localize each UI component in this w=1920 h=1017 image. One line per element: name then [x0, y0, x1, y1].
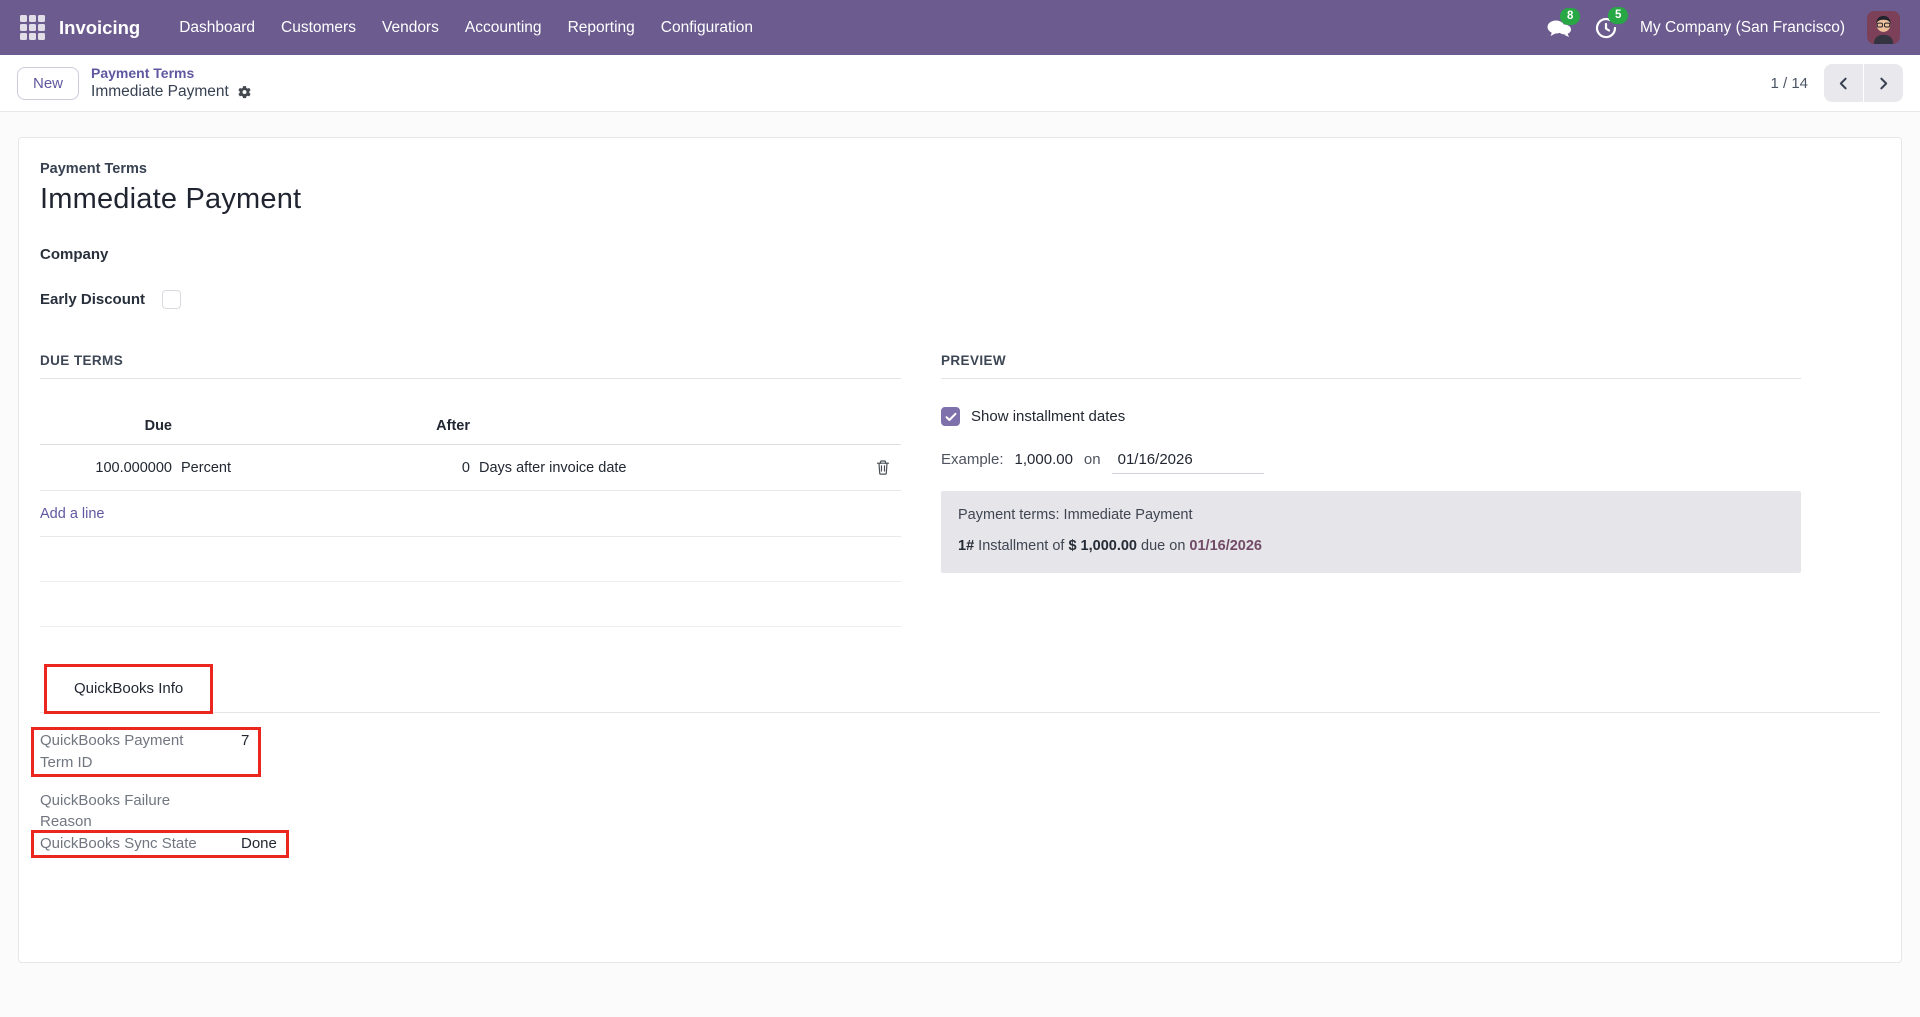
empty-table-row [40, 582, 901, 627]
due-value-cell[interactable]: 100.000000 [40, 460, 172, 476]
breadcrumb: Payment Terms Immediate Payment [91, 64, 252, 102]
delete-row-button[interactable] [873, 457, 893, 478]
example-row: Example: 1,000.00 on [941, 450, 1801, 474]
early-discount-label: Early Discount [40, 291, 146, 308]
quickbooks-fields: QuickBooks Payment Term ID 7 QuickBooks … [31, 727, 1880, 858]
due-unit-cell[interactable]: Percent [172, 460, 352, 476]
chevron-right-icon [1880, 77, 1888, 89]
example-on-label: on [1083, 451, 1101, 468]
record-pager: 1 / 14 [1770, 64, 1903, 102]
top-navbar: Invoicing Dashboard Customers Vendors Ac… [0, 0, 1920, 55]
empty-table-row [40, 537, 901, 582]
previous-record-button[interactable] [1824, 64, 1863, 102]
menu-dashboard[interactable]: Dashboard [166, 0, 268, 55]
menu-configuration[interactable]: Configuration [648, 0, 766, 55]
messages-badge: 8 [1559, 7, 1581, 26]
preview-section: PREVIEW Show installment dates Example: … [941, 353, 1801, 627]
early-discount-checkbox[interactable] [162, 290, 182, 309]
tab-quickbooks-info[interactable]: QuickBooks Info [47, 667, 211, 711]
terms-preview-panel: Payment terms: Immediate Payment 1# Inst… [941, 491, 1801, 573]
messages-button[interactable]: 8 [1546, 7, 1581, 39]
checkmark-icon [945, 412, 956, 421]
annotation-box-payment-term-id: QuickBooks Payment Term ID 7 [31, 727, 262, 777]
due-terms-row[interactable]: 100.000000 Percent 0 Days after invoice … [40, 445, 901, 491]
activities-button[interactable]: 5 [1594, 6, 1629, 40]
qb-payment-term-id-value: 7 [241, 732, 250, 749]
pager-count: 1 / 14 [1770, 74, 1808, 92]
breadcrumb-current: Immediate Payment [91, 83, 229, 101]
app-name[interactable]: Invoicing [59, 17, 140, 39]
notebook: QuickBooks Info QuickBooks Payment Term … [31, 664, 1880, 858]
column-header-after: After [436, 417, 470, 434]
user-avatar[interactable] [1867, 11, 1900, 44]
installment-due-on: due on [1141, 538, 1186, 554]
example-date-input[interactable] [1111, 450, 1264, 474]
qb-failure-reason-row: QuickBooks Failure Reason [40, 790, 241, 834]
navbar-right: 8 5 My Company (San Francisco) [1546, 6, 1900, 44]
trash-icon [876, 460, 890, 475]
menu-customers[interactable]: Customers [268, 0, 369, 55]
record-type-label: Payment Terms [40, 161, 147, 177]
column-header-due: Due [144, 417, 172, 434]
main-menu: Dashboard Customers Vendors Accounting R… [166, 0, 766, 55]
record-name-field[interactable]: Immediate Payment [40, 183, 1880, 216]
gear-icon [238, 85, 251, 98]
next-record-button[interactable] [1864, 64, 1903, 102]
actions-gear-button[interactable] [237, 85, 252, 100]
menu-accounting[interactable]: Accounting [452, 0, 555, 55]
control-panel: New Payment Terms Immediate Payment 1 / … [0, 55, 1920, 112]
example-amount-field[interactable]: 1,000.00 [1015, 451, 1073, 468]
company-field-label: Company [40, 246, 109, 263]
menu-vendors[interactable]: Vendors [369, 0, 452, 55]
qb-sync-state-label: QuickBooks Sync State [40, 835, 197, 852]
preview-summary-line: Payment terms: Immediate Payment [958, 507, 1193, 523]
show-installment-label: Show installment dates [971, 408, 1126, 425]
add-a-line-link[interactable]: Add a line [40, 506, 105, 522]
qb-sync-state-value: Done [241, 835, 277, 852]
apps-grid-icon[interactable] [20, 15, 45, 40]
qb-payment-term-id-label: QuickBooks Payment Term ID [40, 732, 184, 771]
due-terms-table: Due After 100.000000 Percent 0 Days afte… [40, 407, 901, 627]
show-installment-checkbox[interactable] [941, 407, 960, 426]
show-installment-row: Show installment dates [941, 407, 1801, 426]
annotation-box-tab: QuickBooks Info [44, 664, 214, 714]
installment-text: Installment of [978, 538, 1065, 554]
installment-amount: $ 1,000.00 [1068, 538, 1137, 554]
due-terms-title: DUE TERMS [40, 353, 901, 379]
preview-title: PREVIEW [941, 353, 1801, 379]
due-terms-section: DUE TERMS Due After 100.000000 Percent 0… [40, 353, 901, 627]
installment-number: 1# [958, 538, 975, 554]
after-value-cell[interactable]: 0 [352, 460, 470, 476]
early-discount-row: Early Discount [40, 290, 1880, 309]
example-label: Example: [941, 451, 1004, 468]
notebook-tab-bar: QuickBooks Info [40, 664, 1880, 714]
installment-date: 01/16/2026 [1189, 538, 1262, 554]
chevron-left-icon [1839, 77, 1847, 89]
annotation-box-sync-state: QuickBooks Sync State Done [31, 830, 289, 858]
qb-failure-reason-label: QuickBooks Failure Reason [40, 791, 171, 831]
breadcrumb-payment-terms[interactable]: Payment Terms [91, 64, 252, 82]
activities-badge: 5 [1607, 6, 1629, 25]
after-unit-cell[interactable]: Days after invoice date [470, 460, 859, 476]
company-switcher[interactable]: My Company (San Francisco) [1640, 19, 1845, 37]
installment-line: 1# Installment of $ 1,000.00 due on 01/1… [958, 538, 1784, 554]
new-button[interactable]: New [17, 66, 80, 100]
add-line-row: Add a line [40, 491, 901, 537]
menu-reporting[interactable]: Reporting [555, 0, 648, 55]
form-sheet: Payment Terms Immediate Payment Company … [18, 137, 1902, 963]
due-terms-header-row: Due After [40, 407, 901, 445]
